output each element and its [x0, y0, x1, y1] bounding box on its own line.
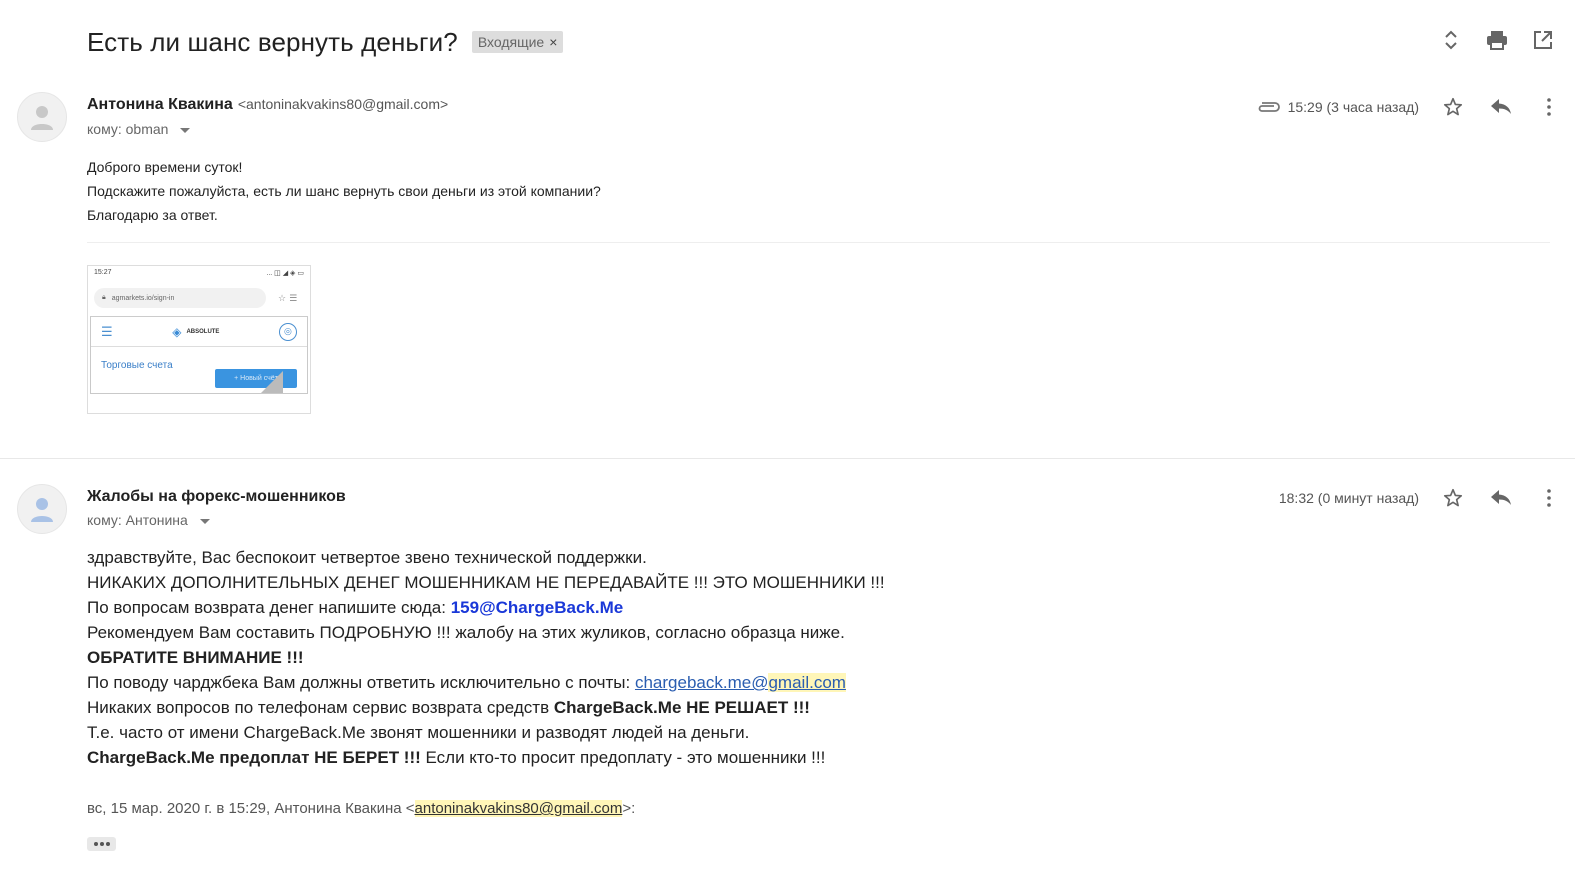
- default-avatar-icon: [31, 106, 53, 130]
- reply-icon[interactable]: [1489, 482, 1513, 514]
- phone-status-icons: ... ◫ ◢ ◈ ▭: [266, 270, 304, 277]
- body-line: ОБРАТИТЕ ВНИМАНИЕ !!!: [87, 648, 304, 667]
- message-time: 15:29 (3 часа назад): [1287, 99, 1419, 115]
- sender-name[interactable]: Жалобы на форекс-мошенников: [87, 488, 346, 506]
- message-meta: 18:32 (0 минут назад): [1279, 482, 1561, 514]
- app-new-account-button: + Новый счёт: [215, 369, 297, 388]
- body-line: По вопросам возврата денег напишите сюда…: [87, 598, 624, 617]
- chargeback-email-link[interactable]: 159@ChargeBack.Me: [451, 598, 624, 617]
- lock-icon: 🔒︎: [102, 294, 106, 301]
- more-vert-icon[interactable]: [1537, 482, 1561, 514]
- reply-icon[interactable]: [1489, 91, 1513, 123]
- remove-label-icon[interactable]: ×: [549, 34, 557, 50]
- open-new-window-icon[interactable]: [1531, 24, 1555, 56]
- show-details-caret-icon[interactable]: [180, 127, 191, 133]
- message-meta: 15:29 (3 часа назад): [1256, 91, 1561, 123]
- show-details-caret-icon[interactable]: [199, 518, 210, 524]
- thread-subject: Есть ли шанс вернуть деньги?: [87, 26, 458, 57]
- body-line: По поводу чарджбека Вам должны ответить …: [87, 673, 846, 692]
- sender-email: <antoninakvakins80@gmail.com>: [237, 96, 449, 112]
- app-screen: ☰ ◈ ABSOLUTE ◎ Торговые счета + Новый счё…: [90, 316, 308, 394]
- subject-row: Есть ли шанс вернуть деньги? Входящие ×: [87, 22, 564, 62]
- show-trimmed-content-button[interactable]: [87, 837, 116, 851]
- body-line: Никаких вопросов по телефонам сервис воз…: [87, 698, 810, 717]
- body-line: Рекомендуем Вам составить ПОДРОБНУЮ !!! …: [87, 623, 845, 642]
- body-line: ChargeBack.Me предоплат НЕ БЕРЕТ !!! Есл…: [87, 748, 826, 767]
- attachment-paperclip-icon: [1256, 101, 1280, 113]
- avatar[interactable]: [17, 484, 67, 534]
- message-body: здравствуйте, Вас беспокоит четвертое зв…: [87, 545, 885, 770]
- message-body: Доброго времени суток! Подскажите пожалу…: [87, 155, 601, 227]
- body-line: Благодарю за ответ.: [87, 207, 218, 223]
- body-line: НИКАКИХ ДОПОЛНИТЕЛЬНЫХ ДЕНЕГ МОШЕННИКАМ …: [87, 573, 885, 592]
- account-icon: ◎: [278, 322, 297, 341]
- recipients-line: кому: obman: [87, 121, 191, 137]
- sender-line: Антонина Квакина <antoninakvakins80@gmai…: [87, 96, 448, 114]
- label-chip-text: Входящие: [477, 33, 545, 50]
- phone-status-bar: 15:27 ... ◫ ◢ ◈ ▭: [88, 266, 310, 280]
- app-title: Торговые счета: [101, 360, 173, 371]
- sender-name[interactable]: Антонина Квакина: [87, 96, 233, 114]
- body-line: Т.е. часто от имени ChargeBack.Me звонят…: [87, 723, 750, 742]
- phone-time: 15:27: [94, 269, 112, 276]
- default-avatar-icon: [31, 498, 53, 522]
- quote-header: вс, 15 мар. 2020 г. в 15:29, Антонина Кв…: [87, 800, 636, 817]
- browser-url-bar: 🔒︎ agmarkets.io/sign-in: [94, 288, 266, 308]
- attachment-thumbnail[interactable]: 15:27 ... ◫ ◢ ◈ ▭ 🔒︎ agmarkets.io/sign-i…: [87, 265, 311, 414]
- star-icon[interactable]: [1441, 482, 1465, 514]
- message-divider: [0, 458, 1575, 459]
- label-chip-inbox[interactable]: Входящие ×: [471, 31, 564, 53]
- divider: [87, 242, 1550, 243]
- body-line: Доброго времени суток!: [87, 159, 243, 175]
- hamburger-menu-icon: ☰: [101, 323, 113, 339]
- official-email-link[interactable]: chargeback.me@gmail.com: [635, 673, 846, 692]
- expand-all-icon[interactable]: [1439, 24, 1463, 56]
- print-icon[interactable]: [1485, 24, 1509, 56]
- body-line: здравствуйте, Вас беспокоит четвертое зв…: [87, 548, 647, 567]
- recipients-label: кому: Антонина: [87, 512, 188, 528]
- more-vert-icon[interactable]: [1537, 91, 1561, 123]
- browser-tools-icons: ☆☰: [278, 292, 301, 303]
- thread-toolbar: [1439, 24, 1555, 56]
- recipients-label: кому: obman: [87, 121, 169, 137]
- sender-line: Жалобы на форекс-мошенников: [87, 488, 346, 506]
- avatar[interactable]: [17, 92, 67, 142]
- message-time: 18:32 (0 минут назад): [1278, 490, 1419, 506]
- body-line: Подскажите пожалуйста, есть ли шанс верн…: [87, 183, 601, 199]
- url-text: agmarkets.io/sign-in: [111, 294, 175, 302]
- app-header: ☰ ◈ ABSOLUTE ◎: [91, 317, 307, 347]
- page-curl-icon: [261, 371, 283, 393]
- star-icon[interactable]: [1441, 91, 1465, 123]
- quoted-sender-email-link[interactable]: antoninakvakins80@gmail.com: [414, 800, 623, 817]
- app-logo: ◈ ABSOLUTE: [172, 324, 220, 339]
- recipients-line: кому: Антонина: [87, 512, 210, 528]
